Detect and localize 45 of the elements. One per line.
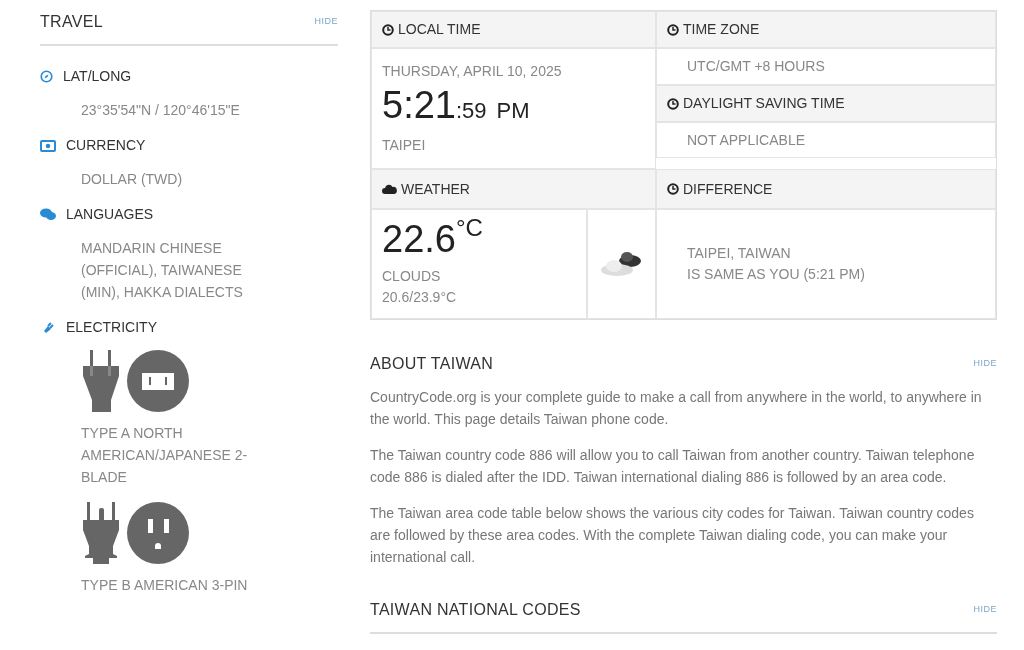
difference-text: TAIPEI, TAIWAN (687, 244, 791, 263)
weather-condition: CLOUDS (382, 267, 441, 286)
paragraph: The Taiwan area code table below shows the various city codes for Taiwan. Taiwan country codes are followed by these area codes. With the complete Taiwan dialing code, you can make your international call. (370, 504, 975, 567)
clock-icon (667, 183, 679, 195)
cell-heading: LOCAL TIME (398, 20, 481, 39)
cloud-icon (599, 251, 644, 277)
cloud-icon (382, 184, 397, 194)
city-name: TAIPEI (382, 136, 426, 155)
plug-icon (81, 502, 121, 564)
paragraph: CountryCode.org is your complete guide to make a call from anywhere in the world, to anywhere in the world. This page details Taiwan phone code. (370, 388, 983, 429)
difference-text: IS SAME AS YOU (5:21 PM) (687, 265, 865, 284)
section-title: ABOUT TAIWAN (370, 354, 494, 374)
socket-icon (127, 502, 189, 564)
info-value: 23°35'54"N / 120°46'15"E (80, 101, 241, 120)
hide-link[interactable]: HIDE (314, 15, 338, 29)
info-value: MANDARIN CHINESE (OFFICIAL), TAIWANESE (MIN), HAKKA DIALECTS (80, 239, 244, 302)
info-value: DOLLAR (TWD) (80, 170, 184, 189)
clock-icon (382, 23, 394, 36)
section-title: TAIWAN NATIONAL CODES (370, 600, 581, 620)
info-label: CURRENCY (66, 136, 146, 155)
cell-heading: TIME ZONE (683, 20, 760, 39)
cell-heading: DIFFERENCE (683, 179, 773, 199)
socket-icon (127, 350, 189, 412)
plug-icon (81, 350, 121, 412)
paragraph: The Taiwan country code 886 will allow you to call Taiwan from another country. Taiwan telephone code 886 is dialed after the IDD. Taiwan international dialing 886 is followed by an area code. (370, 446, 976, 487)
clock-icon (667, 23, 679, 36)
hide-link[interactable]: HIDE (973, 603, 997, 617)
date-text: THURSDAY, APRIL 10, 2025 (382, 62, 562, 81)
plug-type-label: TYPE A NORTH AMERICAN/JAPANESE 2-BLADE (80, 424, 249, 487)
chat-icon (40, 208, 56, 221)
compass-icon (40, 70, 53, 83)
clock-time: 5:21:59 PM (382, 86, 530, 127)
money-icon (40, 139, 56, 152)
info-label: LANGUAGES (66, 205, 154, 224)
hide-link[interactable]: HIDE (973, 357, 997, 371)
time-zone-value: UTC/GMT +8 HOURS (687, 57, 825, 76)
cell-heading: WEATHER (401, 179, 470, 199)
info-label: ELECTRICITY (66, 318, 157, 337)
cell-heading: DAYLIGHT SAVING TIME (683, 94, 845, 113)
info-label: LAT/LONG (63, 67, 132, 86)
dst-value: NOT APPLICABLE (687, 130, 805, 150)
section-title: TRAVEL (40, 12, 103, 32)
clock-icon (667, 97, 679, 110)
temperature-range: 20.6/23.9°C (382, 288, 457, 307)
plug-type-label: TYPE B AMERICAN 3-PIN (80, 576, 249, 595)
